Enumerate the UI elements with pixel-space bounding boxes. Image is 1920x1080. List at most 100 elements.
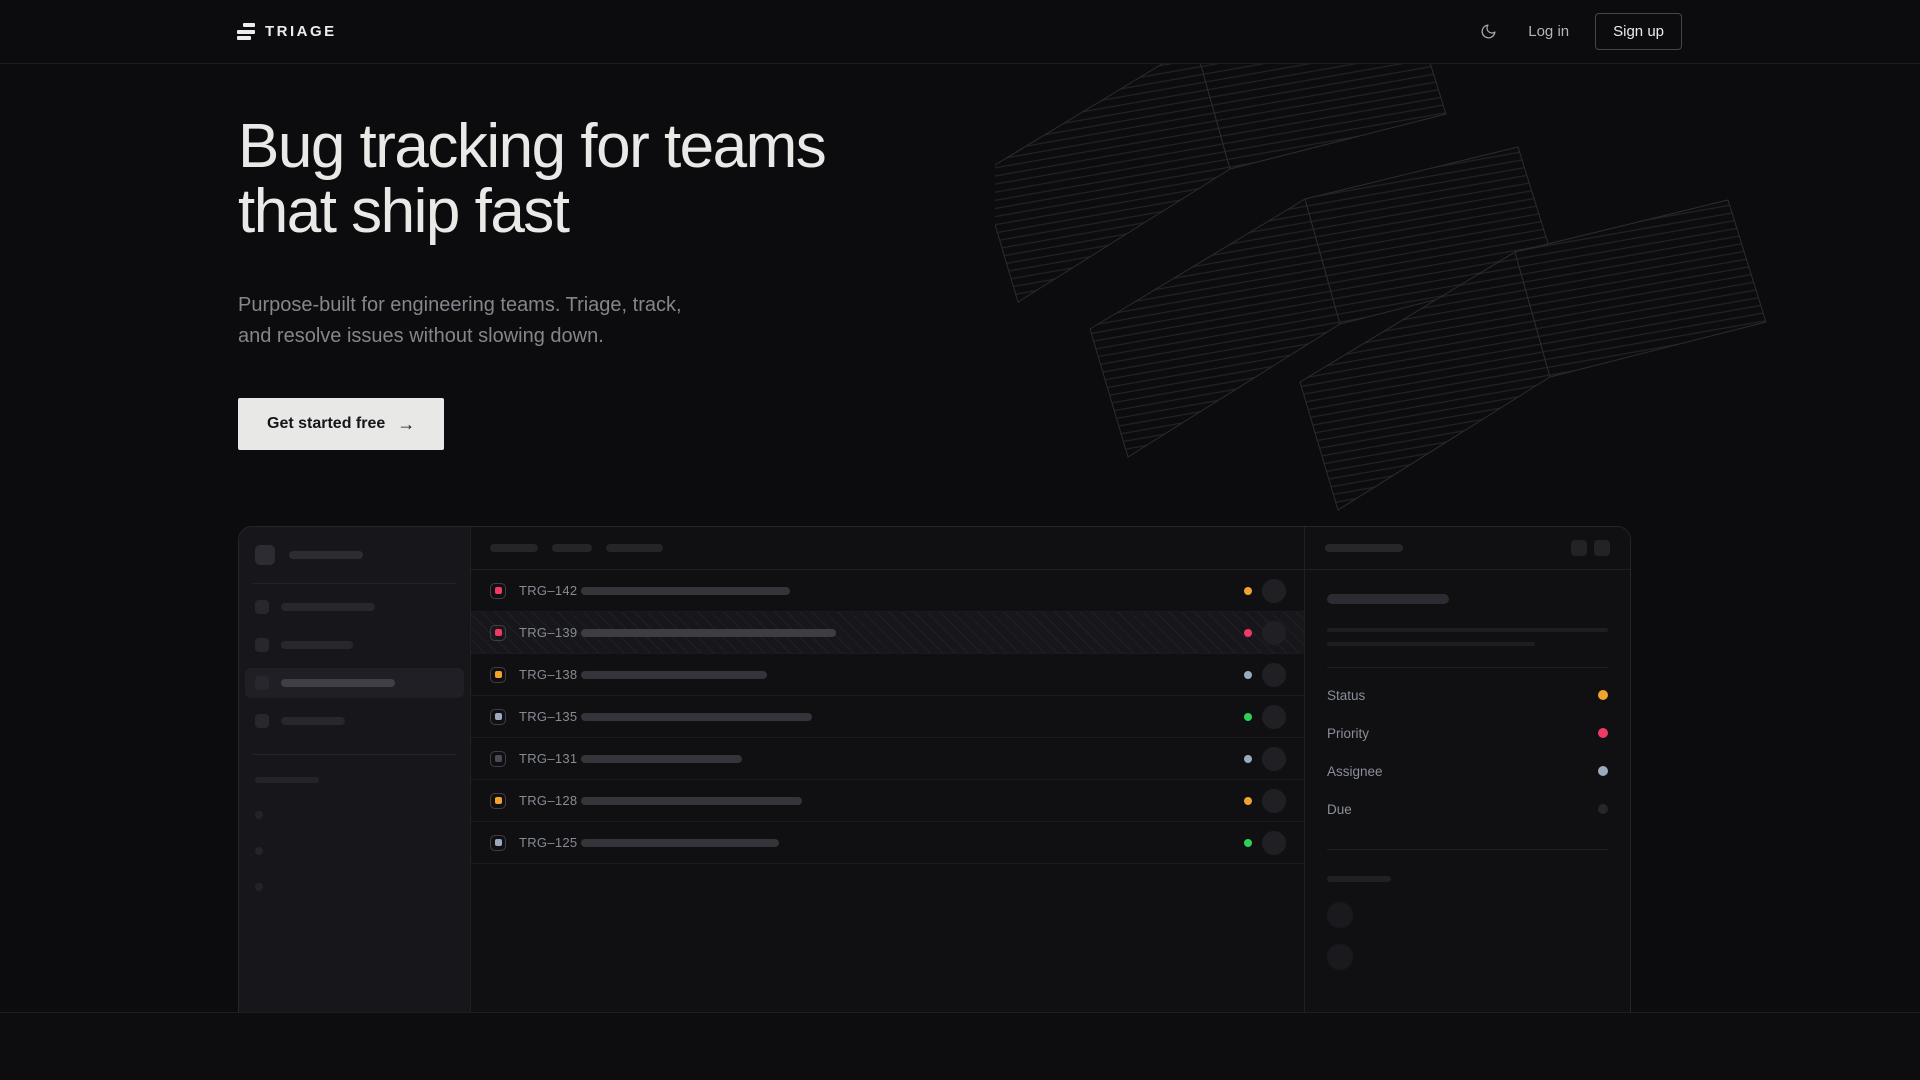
issue-list: TRG–142 TRG–139 TRG–138 TRG–135 TRG–131 xyxy=(471,570,1304,864)
hero-subtitle: Purpose-built for engineering teams. Tri… xyxy=(238,290,713,352)
issue-id: TRG–138 xyxy=(519,667,581,682)
issue-type-dot xyxy=(495,629,502,636)
issue-avatar xyxy=(1262,621,1286,645)
get-started-label: Get started free xyxy=(267,415,385,433)
issue-row: TRG–135 xyxy=(471,696,1304,738)
issue-row: TRG–142 xyxy=(471,570,1304,612)
avatar-skeleton xyxy=(1327,944,1353,970)
skeleton-tab xyxy=(490,544,538,552)
issue-list-panel: TRG–142 TRG–139 TRG–138 TRG–135 TRG–131 xyxy=(471,527,1304,1012)
issue-row: TRG–139 xyxy=(471,612,1304,654)
top-nav: TRIAGE Log in Sign up xyxy=(0,0,1920,64)
issue-id: TRG–135 xyxy=(519,709,581,724)
hero-title: Bug tracking for teams that ship fast xyxy=(238,114,825,244)
hero-section: Bug tracking for teams that ship fast Pu… xyxy=(0,64,1920,1012)
issue-title-skeleton xyxy=(581,629,836,637)
issue-avatar xyxy=(1262,789,1286,813)
detail-field-value-dot xyxy=(1598,728,1608,738)
issue-checkbox xyxy=(490,709,506,725)
issue-type-dot xyxy=(495,587,502,594)
detail-field-row: Status xyxy=(1327,676,1608,714)
detail-divider xyxy=(1327,667,1608,668)
detail-divider xyxy=(1327,849,1608,850)
issue-id: TRG–125 xyxy=(519,835,581,850)
detail-field-label: Due xyxy=(1327,802,1352,817)
detail-header-actions xyxy=(1571,540,1610,556)
sidebar-item-icon-skeleton xyxy=(255,714,269,728)
issue-row: TRG–131 xyxy=(471,738,1304,780)
skeleton-line xyxy=(1327,628,1608,632)
issue-title-skeleton xyxy=(581,587,790,595)
detail-field-value-dot xyxy=(1598,690,1608,700)
skeleton-bar xyxy=(1325,544,1403,552)
workspace-avatar-skeleton xyxy=(255,545,275,565)
detail-field-row: Assignee xyxy=(1327,752,1608,790)
wireframe-ribbons-decoration xyxy=(995,64,1795,519)
skeleton-bar xyxy=(1327,876,1391,882)
detail-fields: Status Priority Assignee Due xyxy=(1327,676,1608,828)
sidebar-item-icon-skeleton xyxy=(255,600,269,614)
sidebar-workspace-header xyxy=(255,545,454,565)
issue-checkbox xyxy=(490,793,506,809)
issue-status-dot xyxy=(1244,671,1252,679)
issue-row: TRG–128 xyxy=(471,780,1304,822)
issue-detail-panel: Status Priority Assignee Due xyxy=(1304,527,1630,1012)
login-link[interactable]: Log in xyxy=(1528,23,1569,40)
detail-field-label: Status xyxy=(1327,688,1365,703)
sidebar-item-icon-skeleton xyxy=(255,676,269,690)
issue-type-dot xyxy=(495,713,502,720)
issue-checkbox xyxy=(490,751,506,767)
brand-name: TRIAGE xyxy=(265,23,337,40)
issue-type-dot xyxy=(495,839,502,846)
sidebar-divider xyxy=(253,583,456,584)
issue-title-skeleton xyxy=(581,671,767,679)
skeleton-bar xyxy=(281,717,345,725)
issue-status-dot xyxy=(1244,587,1252,595)
theme-toggle[interactable] xyxy=(1474,18,1502,46)
sidebar-item-skeleton xyxy=(245,706,464,736)
issue-title-skeleton xyxy=(581,839,779,847)
sidebar-item-skeleton xyxy=(245,592,464,622)
nav-actions: Log in Sign up xyxy=(1474,13,1682,50)
hero-title-line2: that ship fast xyxy=(238,177,569,246)
page: TRIAGE Log in Sign up xyxy=(0,0,1920,1080)
issue-status-dot xyxy=(1244,629,1252,637)
triage-bars-icon xyxy=(237,23,255,40)
detail-panel-body: Status Priority Assignee Due xyxy=(1305,570,1630,970)
brand-logo[interactable]: TRIAGE xyxy=(237,23,337,40)
app-mockup-card: TRG–142 TRG–139 TRG–138 TRG–135 TRG–131 xyxy=(238,526,1631,1012)
issue-status-dot xyxy=(1244,797,1252,805)
skeleton-bar xyxy=(289,551,363,559)
skeleton-tab xyxy=(552,544,592,552)
arrow-right-icon: → xyxy=(397,414,415,435)
get-started-button[interactable]: Get started free → xyxy=(238,398,444,450)
issue-avatar xyxy=(1262,579,1286,603)
skeleton-dot xyxy=(255,811,263,819)
issue-avatar xyxy=(1262,663,1286,687)
issue-list-header xyxy=(471,527,1304,570)
hero-title-line1: Bug tracking for teams xyxy=(238,112,825,181)
sidebar-item-skeleton xyxy=(245,630,464,660)
avatar-skeleton xyxy=(1327,902,1353,928)
issue-avatar xyxy=(1262,831,1286,855)
issue-row: TRG–125 xyxy=(471,822,1304,864)
detail-field-row: Due xyxy=(1327,790,1608,828)
detail-field-label: Assignee xyxy=(1327,764,1383,779)
issue-title-skeleton xyxy=(581,797,802,805)
signup-button[interactable]: Sign up xyxy=(1595,13,1682,50)
skeleton-bar xyxy=(281,603,375,611)
issue-id: TRG–128 xyxy=(519,793,581,808)
issue-checkbox xyxy=(490,583,506,599)
issue-type-dot xyxy=(495,797,502,804)
footer-band xyxy=(0,1012,1920,1080)
issue-id: TRG–131 xyxy=(519,751,581,766)
skeleton-bar xyxy=(281,679,395,687)
issue-type-dot xyxy=(495,755,502,762)
detail-field-value-dot xyxy=(1598,766,1608,776)
issue-status-dot xyxy=(1244,713,1252,721)
detail-field-value-dot xyxy=(1598,804,1608,814)
issue-checkbox xyxy=(490,667,506,683)
detail-panel-header xyxy=(1305,527,1630,570)
issue-title-skeleton xyxy=(581,713,812,721)
issue-row: TRG–138 xyxy=(471,654,1304,696)
